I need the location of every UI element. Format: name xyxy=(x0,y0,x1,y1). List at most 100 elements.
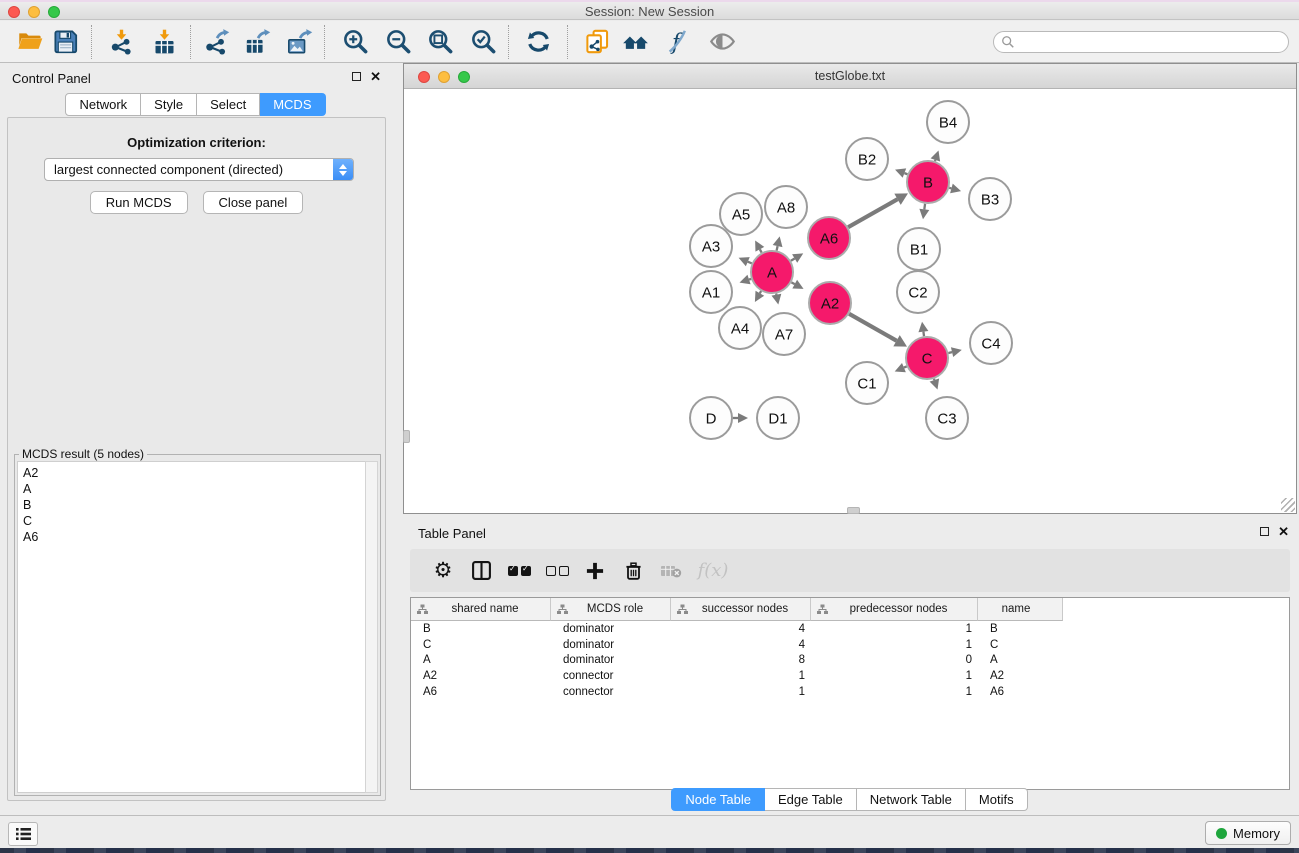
table-cell[interactable]: dominator xyxy=(551,639,671,651)
graph-node-A8[interactable]: A8 xyxy=(765,186,807,228)
import-network-button[interactable] xyxy=(104,25,138,59)
mcds-result-scrollbar[interactable] xyxy=(365,461,378,793)
graph-node-C4[interactable]: C4 xyxy=(970,322,1012,364)
column-header-name[interactable]: name xyxy=(978,598,1063,621)
network-canvas[interactable]: B4B2BB3A5A8A6A3B1AA1C2A2A4A7C4CC1C3DD1 xyxy=(404,89,1296,513)
tab-motifs[interactable]: Motifs xyxy=(966,788,1028,811)
table-cell[interactable]: A2 xyxy=(978,670,1063,682)
export-network-button[interactable] xyxy=(199,25,233,59)
zoom-fit-button[interactable] xyxy=(423,25,457,59)
graph-edge-A2-C[interactable] xyxy=(849,314,896,341)
graph-edge-A-A4[interactable] xyxy=(760,291,761,293)
graph-node-A4[interactable]: A4 xyxy=(719,307,761,349)
import-table-button[interactable] xyxy=(147,25,181,59)
tab-network-table[interactable]: Network Table xyxy=(857,788,966,811)
table-cell[interactable]: connector xyxy=(551,670,671,682)
create-column-button[interactable] xyxy=(576,552,614,590)
tab-mcds[interactable]: MCDS xyxy=(260,93,325,116)
table-cell[interactable]: 4 xyxy=(671,623,811,635)
vertical-scroll-nub[interactable] xyxy=(403,430,410,443)
graph-edge-A-A5[interactable] xyxy=(760,249,762,252)
zoom-in-button[interactable] xyxy=(338,25,372,59)
table-cell[interactable]: dominator xyxy=(551,654,671,666)
zoom-out-button[interactable] xyxy=(381,25,415,59)
table-cell[interactable]: 4 xyxy=(671,639,811,651)
mcds-result-item[interactable]: A2 xyxy=(23,465,365,481)
graph-edge-A-A6[interactable] xyxy=(791,258,795,260)
export-image-button[interactable] xyxy=(282,25,316,59)
show-panels-button[interactable] xyxy=(8,822,38,846)
open-file-button[interactable] xyxy=(13,25,47,59)
table-row[interactable]: Bdominator41B xyxy=(411,621,1289,637)
clone-network-button[interactable] xyxy=(580,25,614,59)
table-cell[interactable]: 1 xyxy=(811,670,978,682)
graph-edge-A6-B[interactable] xyxy=(848,199,897,227)
column-header-MCDS-role[interactable]: MCDS role xyxy=(551,598,671,621)
graph-node-A7[interactable]: A7 xyxy=(763,313,805,355)
table-cell[interactable]: 1 xyxy=(811,623,978,635)
graph-node-A[interactable]: A xyxy=(751,251,793,293)
table-cell[interactable]: 1 xyxy=(671,686,811,698)
graph-node-A5[interactable]: A5 xyxy=(720,193,762,235)
graph-node-B4[interactable]: B4 xyxy=(927,101,969,143)
network-graph[interactable]: B4B2BB3A5A8A6A3B1AA1C2A2A4A7C4CC1C3DD1 xyxy=(404,89,1296,513)
search-input[interactable] xyxy=(993,31,1289,53)
graph-node-A1[interactable]: A1 xyxy=(690,271,732,313)
table-row[interactable]: Adominator80A xyxy=(411,653,1289,669)
graph-edge-B-B3[interactable] xyxy=(949,188,951,189)
resize-grip-icon[interactable] xyxy=(1281,498,1295,512)
show-columns-button[interactable] xyxy=(462,552,500,590)
graph-edge-C-C1[interactable] xyxy=(904,366,907,367)
graph-edge-A-A8[interactable] xyxy=(777,246,778,250)
table-cell[interactable]: A2 xyxy=(411,670,551,682)
table-cell[interactable]: connector xyxy=(551,686,671,698)
graph-node-D1[interactable]: D1 xyxy=(757,397,799,439)
run-mcds-button[interactable]: Run MCDS xyxy=(90,191,188,214)
graph-node-D[interactable]: D xyxy=(690,397,732,439)
table-cell[interactable]: A6 xyxy=(978,686,1063,698)
table-cell[interactable]: C xyxy=(411,639,551,651)
table-cell[interactable]: 0 xyxy=(811,654,978,666)
tab-select[interactable]: Select xyxy=(197,93,260,116)
horizontal-scroll-nub[interactable] xyxy=(847,507,860,514)
mcds-result-item[interactable]: A6 xyxy=(23,529,365,545)
tab-network[interactable]: Network xyxy=(65,93,141,116)
show-hide-button[interactable] xyxy=(705,25,739,59)
column-header-shared-name[interactable]: shared name xyxy=(411,598,551,621)
memory-button[interactable]: Memory xyxy=(1205,821,1291,845)
graph-edge-A-A1[interactable] xyxy=(749,279,751,280)
close-table-panel-icon[interactable]: ✕ xyxy=(1278,526,1289,537)
close-panel-button[interactable]: Close panel xyxy=(203,191,304,214)
graph-node-A6[interactable]: A6 xyxy=(808,217,850,259)
tab-edge-table[interactable]: Edge Table xyxy=(765,788,857,811)
criterion-select[interactable]: largest connected component (directed) xyxy=(44,158,354,181)
graph-node-A2[interactable]: A2 xyxy=(809,282,851,324)
graph-node-C1[interactable]: C1 xyxy=(846,362,888,404)
table-cell[interactable]: 8 xyxy=(671,654,811,666)
graph-node-C2[interactable]: C2 xyxy=(897,271,939,313)
table-cell[interactable]: dominator xyxy=(551,623,671,635)
mcds-result-item[interactable]: C xyxy=(23,513,365,529)
graph-node-C[interactable]: C xyxy=(906,337,948,379)
export-table-button[interactable] xyxy=(240,25,274,59)
float-panel-icon[interactable] xyxy=(352,72,361,81)
table-cell[interactable]: B xyxy=(411,623,551,635)
table-cell[interactable]: B xyxy=(978,623,1063,635)
table-row[interactable]: A6connector11A6 xyxy=(411,684,1289,700)
unselect-all-columns-button[interactable] xyxy=(538,552,576,590)
table-cell[interactable]: 1 xyxy=(811,686,978,698)
tab-style[interactable]: Style xyxy=(141,93,197,116)
home-button[interactable] xyxy=(618,25,652,59)
refresh-button[interactable] xyxy=(521,25,555,59)
graph-edge-C-C2[interactable] xyxy=(923,332,924,337)
mcds-result-item[interactable]: A xyxy=(23,481,365,497)
graph-node-B2[interactable]: B2 xyxy=(846,138,888,180)
float-table-panel-icon[interactable] xyxy=(1260,527,1269,536)
table-row[interactable]: Cdominator41C xyxy=(411,637,1289,653)
tab-node-table[interactable]: Node Table xyxy=(671,788,765,811)
select-all-columns-button[interactable] xyxy=(500,552,538,590)
close-panel-icon[interactable]: ✕ xyxy=(370,71,381,82)
graph-node-B[interactable]: B xyxy=(907,161,949,203)
graph-edge-A-A3[interactable] xyxy=(748,262,752,264)
table-row[interactable]: A2connector11A2 xyxy=(411,668,1289,684)
